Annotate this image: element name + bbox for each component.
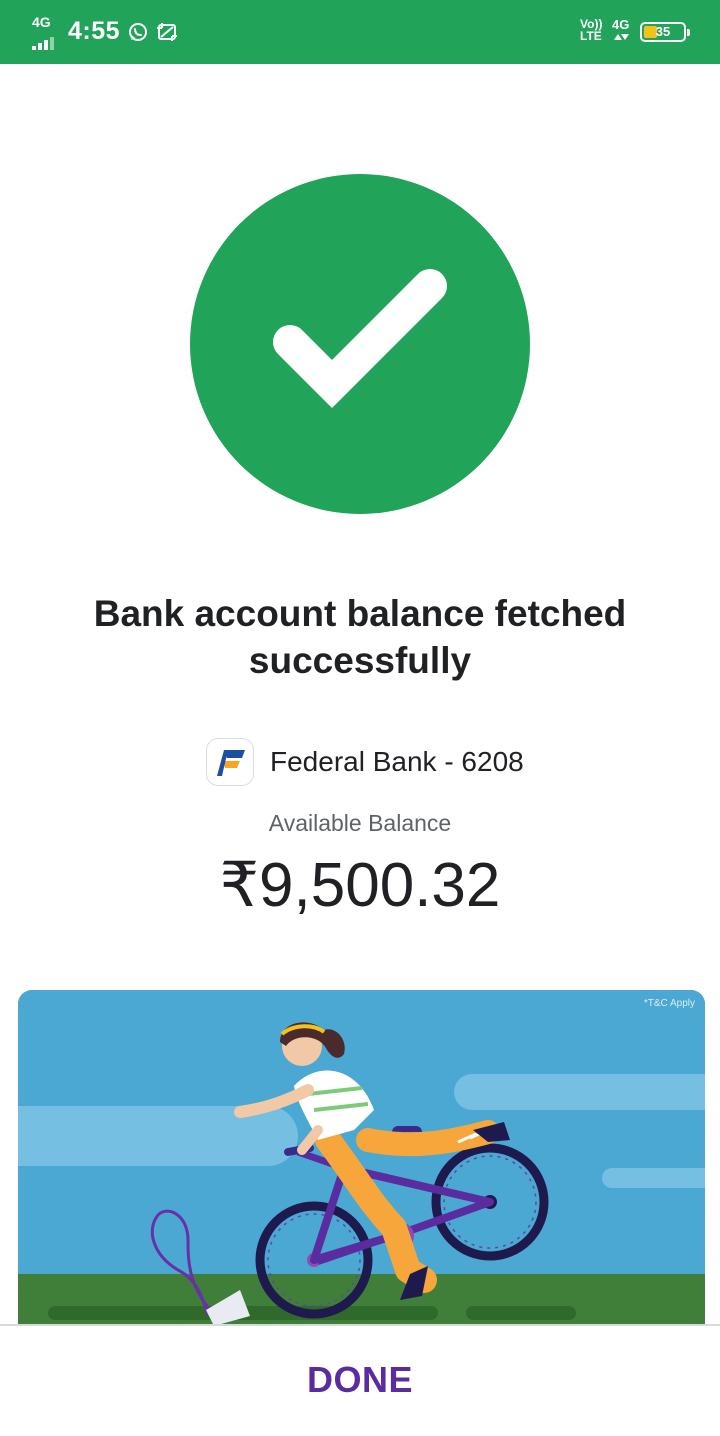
battery-icon: 35 — [640, 22, 690, 42]
data-indicator: 4G — [612, 18, 630, 44]
promo-banner[interactable]: *T&C Apply — [18, 990, 705, 1330]
checkmark-icon — [273, 269, 447, 409]
success-headline: Bank account balance fetched successfull… — [93, 593, 627, 681]
network-type-right: 4G — [612, 17, 630, 32]
terms-label: *T&C Apply — [643, 998, 695, 1009]
balance-label: Available Balance — [268, 810, 452, 836]
whatsapp-icon — [129, 23, 147, 41]
status-bar: 4G 4:55 Vo)) LTE 4G 35 — [0, 0, 720, 64]
status-time: 4:55 — [68, 17, 121, 45]
data-arrows-icon — [614, 34, 629, 40]
signal-icon: 4G — [30, 14, 60, 50]
volte-indicator: Vo)) LTE — [580, 18, 602, 42]
done-button[interactable]: DONE — [260, 1348, 460, 1412]
success-circle — [190, 174, 530, 514]
footer: DONE — [0, 1326, 720, 1436]
network-type-left: 4G — [32, 14, 51, 30]
promo-illustration — [18, 990, 705, 1330]
federal-bank-logo — [206, 738, 254, 786]
bank-account-name: Federal Bank - 6208 — [270, 746, 524, 777]
lte-label: LTE — [580, 29, 602, 43]
balance-amount: ₹9,500.32 — [219, 851, 501, 920]
bank-account-row: Federal Bank - 6208 — [0, 738, 720, 786]
balance-success-screen: 4G 4:55 Vo)) LTE 4G 35 Bank account bala… — [0, 0, 720, 1436]
battery-percent: 35 — [655, 24, 671, 39]
screenshot-icon — [157, 23, 177, 41]
